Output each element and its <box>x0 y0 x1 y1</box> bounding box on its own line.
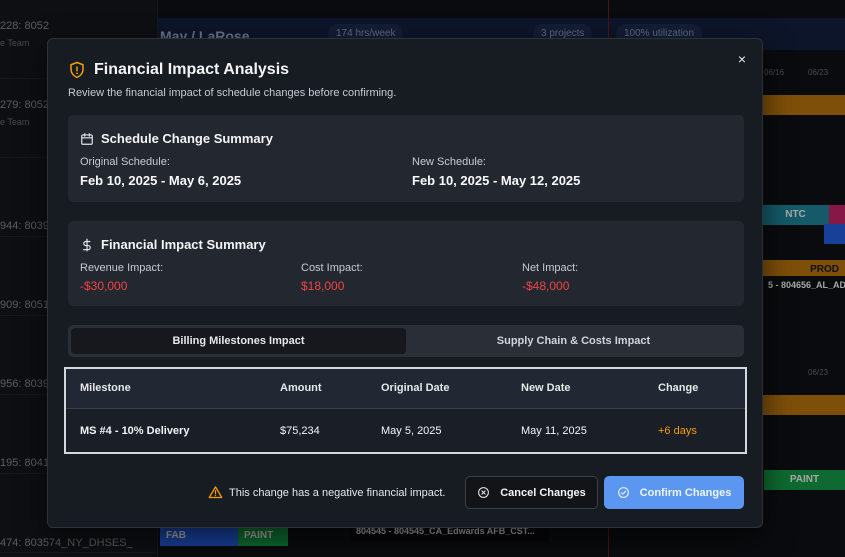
confirm-changes-label: Confirm Changes <box>639 486 732 499</box>
cell-change: +6 days <box>658 425 697 437</box>
schedule-summary-header: Schedule Change Summary <box>80 131 273 146</box>
cancel-changes-label: Cancel Changes <box>500 486 586 499</box>
modal-header: Financial Impact Analysis <box>68 61 289 79</box>
column-header-amount: Amount <box>280 382 322 394</box>
milestones-table: Milestone Amount Original Date New Date … <box>64 367 747 454</box>
shield-alert-icon <box>70 61 84 79</box>
original-schedule-value: Feb 10, 2025 - May 6, 2025 <box>80 173 242 188</box>
schedule-change-summary-card: Schedule Change Summary Original Schedul… <box>68 115 744 202</box>
modal-subtitle: Review the financial impact of schedule … <box>68 87 397 99</box>
cell-amount: $75,234 <box>280 425 320 437</box>
tab-billing-milestones[interactable]: Billing Milestones Impact <box>71 328 406 354</box>
close-button[interactable]: × <box>734 51 750 67</box>
tab-supply-chain-costs[interactable]: Supply Chain & Costs Impact <box>406 328 741 354</box>
financial-impact-summary-card: Financial Impact Summary Revenue Impact:… <box>68 221 744 306</box>
negative-impact-warning: This change has a negative financial imp… <box>208 485 445 500</box>
new-schedule-label: New Schedule: <box>412 156 486 168</box>
check-circle-icon <box>617 487 629 498</box>
financial-summary-header: Financial Impact Summary <box>80 237 266 252</box>
x-circle-icon <box>478 487 490 498</box>
warning-text: This change has a negative financial imp… <box>229 486 446 499</box>
column-header-change: Change <box>658 382 699 394</box>
cost-impact-value: $18,000 <box>301 279 345 293</box>
revenue-impact-value: -$30,000 <box>80 279 128 293</box>
financial-impact-modal: × Financial Impact Analysis Review the f… <box>47 38 763 528</box>
cell-milestone: MS #4 - 10% Delivery <box>80 425 190 437</box>
warning-triangle-icon <box>208 486 223 499</box>
cell-original-date: May 5, 2025 <box>381 425 442 437</box>
new-schedule-value: Feb 10, 2025 - May 12, 2025 <box>412 173 581 188</box>
column-header-milestone: Milestone <box>80 382 131 394</box>
dollar-icon <box>82 238 91 251</box>
financial-summary-title: Financial Impact Summary <box>101 237 266 252</box>
modal-title: Financial Impact Analysis <box>94 61 290 78</box>
column-header-new-date: New Date <box>521 382 571 394</box>
cell-new-date: May 11, 2025 <box>521 425 587 437</box>
net-impact-value: -$48,000 <box>522 279 570 293</box>
cancel-changes-button[interactable]: Cancel Changes <box>465 476 598 509</box>
cost-impact-label: Cost Impact: <box>301 262 363 274</box>
confirm-changes-button[interactable]: Confirm Changes <box>604 476 744 509</box>
table-header: Milestone Amount Original Date New Date … <box>66 369 745 409</box>
schedule-summary-title: Schedule Change Summary <box>101 131 273 146</box>
column-header-original-date: Original Date <box>381 382 450 394</box>
original-schedule-label: Original Schedule: <box>80 156 170 168</box>
calendar-icon <box>81 132 93 145</box>
impact-tabs: Billing Milestones Impact Supply Chain &… <box>68 325 744 357</box>
net-impact-label: Net Impact: <box>522 262 579 274</box>
revenue-impact-label: Revenue Impact: <box>80 262 164 274</box>
